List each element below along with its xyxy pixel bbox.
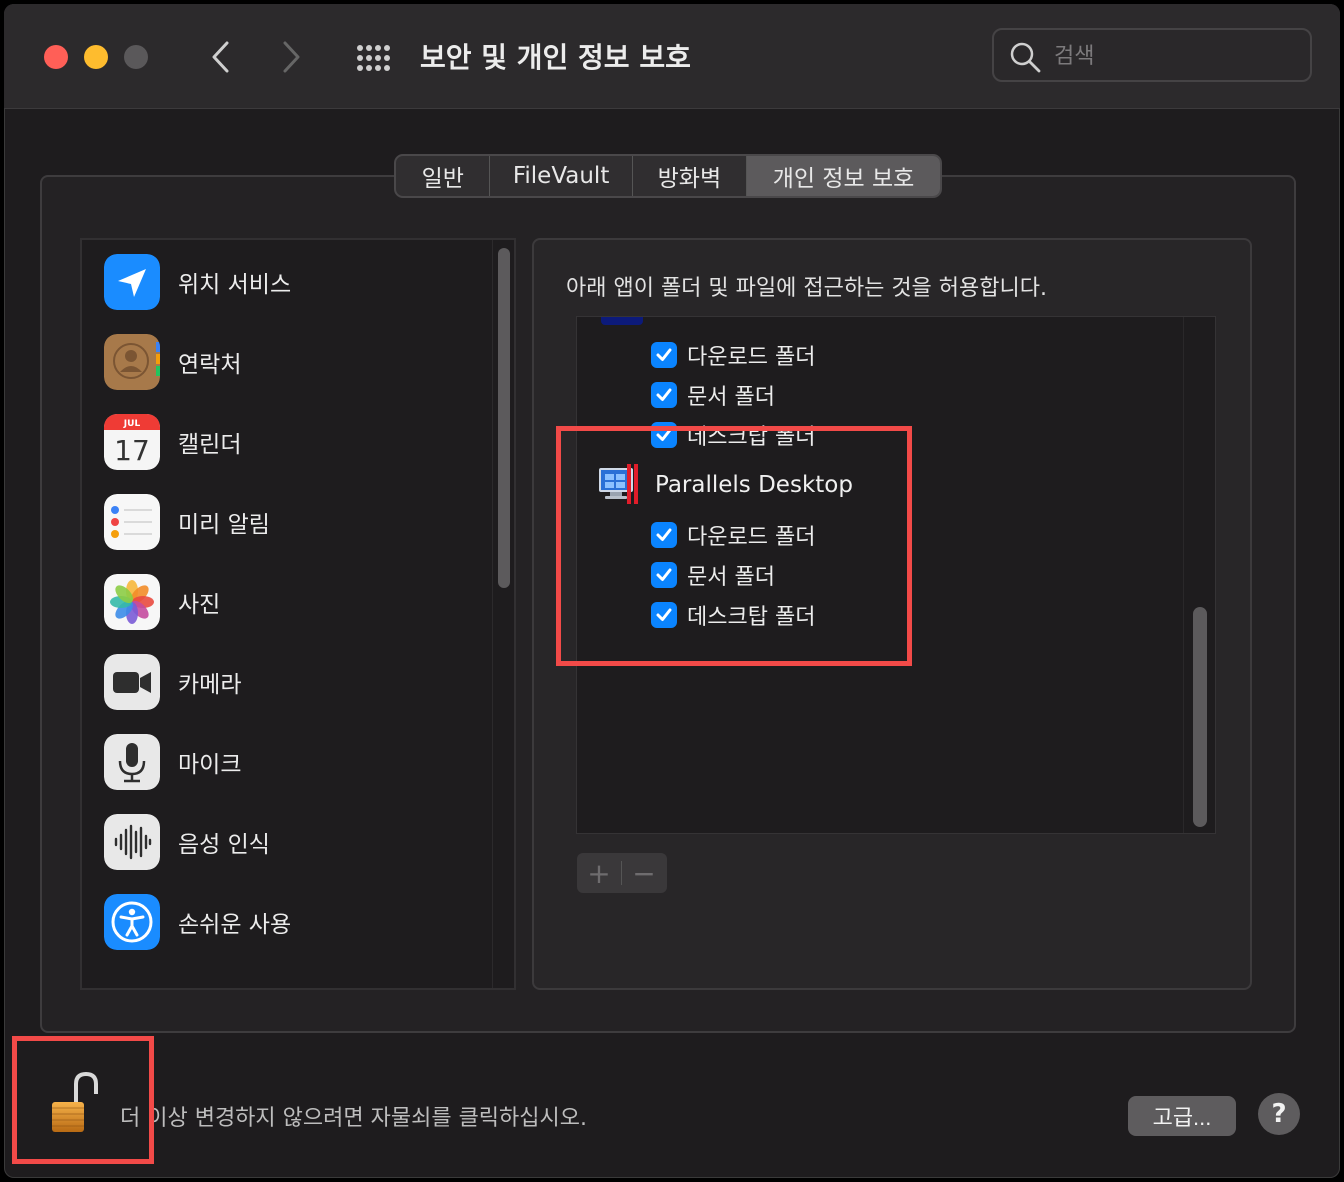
sidebar-item-label: 음성 인식	[178, 832, 270, 858]
search-icon	[1010, 42, 1041, 73]
reminders-icon	[104, 494, 160, 550]
camera-icon	[104, 654, 160, 710]
sidebar-item-microphone[interactable]: 마이크	[104, 732, 484, 792]
sidebar-item-label: 카메라	[178, 672, 242, 698]
help-button[interactable]: ?	[1258, 1093, 1300, 1135]
accessibility-icon	[104, 894, 160, 950]
folder-label: 다운로드 폴더	[687, 345, 816, 370]
sidebar-item-speech-recognition[interactable]: 음성 인식	[104, 812, 484, 872]
sidebar-item-location-services[interactable]: 위치 서비스	[104, 252, 484, 312]
unlocked-padlock-icon	[52, 1071, 98, 1132]
sidebar-item-reminders[interactable]: 미리 알림	[104, 492, 484, 552]
search-input[interactable]	[1052, 38, 1296, 74]
sidebar-item-label: 연락처	[178, 352, 242, 378]
parallels-desktop-row[interactable]: Parallels Desktop	[597, 461, 853, 509]
tab-general[interactable]: 일반	[396, 156, 491, 196]
zoom-window-button[interactable]	[124, 45, 148, 69]
show-all-grid-button[interactable]	[354, 42, 394, 74]
back-button[interactable]	[206, 38, 236, 76]
sidebar-item-photos[interactable]: 사진	[104, 572, 484, 632]
parallels-documents-row[interactable]: 문서 폴더	[651, 559, 775, 591]
folder-label: 데스크탑 폴더	[687, 605, 816, 630]
remove-app-button[interactable]: −	[622, 853, 666, 893]
folder-label: 문서 폴더	[687, 565, 775, 590]
files-access-caption: 아래 앱이 폴더 및 파일에 접근하는 것을 허용합니다.	[566, 276, 1047, 301]
sidebar-item-label: 캘린더	[178, 432, 242, 458]
folder-label: 다운로드 폴더	[687, 525, 816, 550]
add-remove-control: + −	[577, 853, 667, 893]
close-window-button[interactable]	[44, 45, 68, 69]
files-list-scrollbar[interactable]	[1183, 317, 1215, 833]
search-field[interactable]	[992, 28, 1312, 82]
sidebar-item-label: 손쉬운 사용	[178, 912, 292, 938]
speech-waveform-icon	[104, 814, 160, 870]
add-app-button[interactable]: +	[577, 853, 621, 893]
app-name: Parallels Desktop	[655, 472, 853, 498]
files-list-scroll-thumb[interactable]	[1193, 607, 1207, 827]
desktop-checkbox[interactable]	[651, 602, 677, 628]
previous-app-documents-row[interactable]: 문서 폴더	[651, 379, 775, 411]
previous-app-icon	[601, 317, 643, 325]
folder-label: 문서 폴더	[687, 385, 775, 410]
app-folder-access-list: 다운로드 폴더 문서 폴더 데스크탑 폴더 Parallels Desktop	[576, 316, 1216, 834]
forward-button[interactable]	[276, 38, 306, 76]
documents-checkbox[interactable]	[651, 382, 677, 408]
tab-privacy[interactable]: 개인 정보 보호	[747, 156, 940, 196]
advanced-button[interactable]: 고급...	[1128, 1096, 1236, 1136]
category-list-scroll-thumb[interactable]	[498, 248, 510, 588]
parallels-desktop-icon	[599, 464, 638, 504]
calendar-month: JUL	[123, 419, 141, 429]
previous-app-desktop-row[interactable]: 데스크탑 폴더	[651, 419, 815, 451]
desktop-checkbox[interactable]	[651, 422, 677, 448]
photos-icon	[104, 574, 160, 630]
sidebar-item-contacts[interactable]: 연락처	[104, 332, 484, 392]
downloads-checkbox[interactable]	[651, 342, 677, 368]
lock-button[interactable]	[46, 1070, 102, 1140]
sidebar-item-accessibility[interactable]: 손쉬운 사용	[104, 892, 484, 952]
parallels-downloads-row[interactable]: 다운로드 폴더	[651, 519, 815, 551]
minimize-window-button[interactable]	[84, 45, 108, 69]
microphone-icon	[104, 734, 160, 790]
checkmark-icon	[656, 568, 672, 581]
sidebar-item-camera[interactable]: 카메라	[104, 652, 484, 712]
sidebar-item-label: 위치 서비스	[178, 272, 292, 298]
documents-checkbox[interactable]	[651, 562, 677, 588]
folder-label: 데스크탑 폴더	[687, 425, 816, 450]
location-arrow-icon	[104, 254, 160, 310]
checkmark-icon	[656, 528, 672, 541]
checkmark-icon	[656, 388, 672, 401]
downloads-checkbox[interactable]	[651, 522, 677, 548]
tab-filevault[interactable]: FileVault	[490, 156, 633, 196]
sidebar-item-label: 사진	[178, 592, 221, 618]
checkmark-icon	[656, 428, 672, 441]
titlebar: 보안 및 개인 정보 보호	[4, 4, 1340, 109]
checkmark-icon	[656, 608, 672, 621]
grid-icon	[357, 45, 390, 71]
checkmark-icon	[656, 348, 672, 361]
chevron-right-icon	[283, 41, 300, 73]
category-list-scrollbar[interactable]	[492, 240, 514, 988]
window-title: 보안 및 개인 정보 보호	[420, 41, 691, 74]
sidebar-item-calendar[interactable]: JUL 17 캘린더	[104, 412, 484, 472]
tab-bar: 일반 FileVault 방화벽 개인 정보 보호	[394, 154, 942, 198]
lock-status-text: 더 이상 변경하지 않으려면 자물쇠를 클릭하십시오.	[120, 1106, 588, 1131]
calendar-icon: JUL 17	[104, 414, 160, 470]
parallels-desktop-folder-row[interactable]: 데스크탑 폴더	[651, 599, 815, 631]
tab-firewall[interactable]: 방화벽	[633, 156, 748, 196]
previous-app-downloads-row[interactable]: 다운로드 폴더	[651, 339, 815, 371]
chevron-left-icon	[212, 41, 229, 73]
contacts-icon	[104, 334, 160, 390]
calendar-day: 17	[114, 434, 150, 467]
sidebar-item-label: 마이크	[178, 752, 242, 778]
sidebar-item-label: 미리 알림	[178, 512, 270, 538]
privacy-category-list: 위치 서비스 연락처 JUL 17 캘린더 미리 알림 사진 카메라 마이크 음…	[80, 238, 516, 990]
